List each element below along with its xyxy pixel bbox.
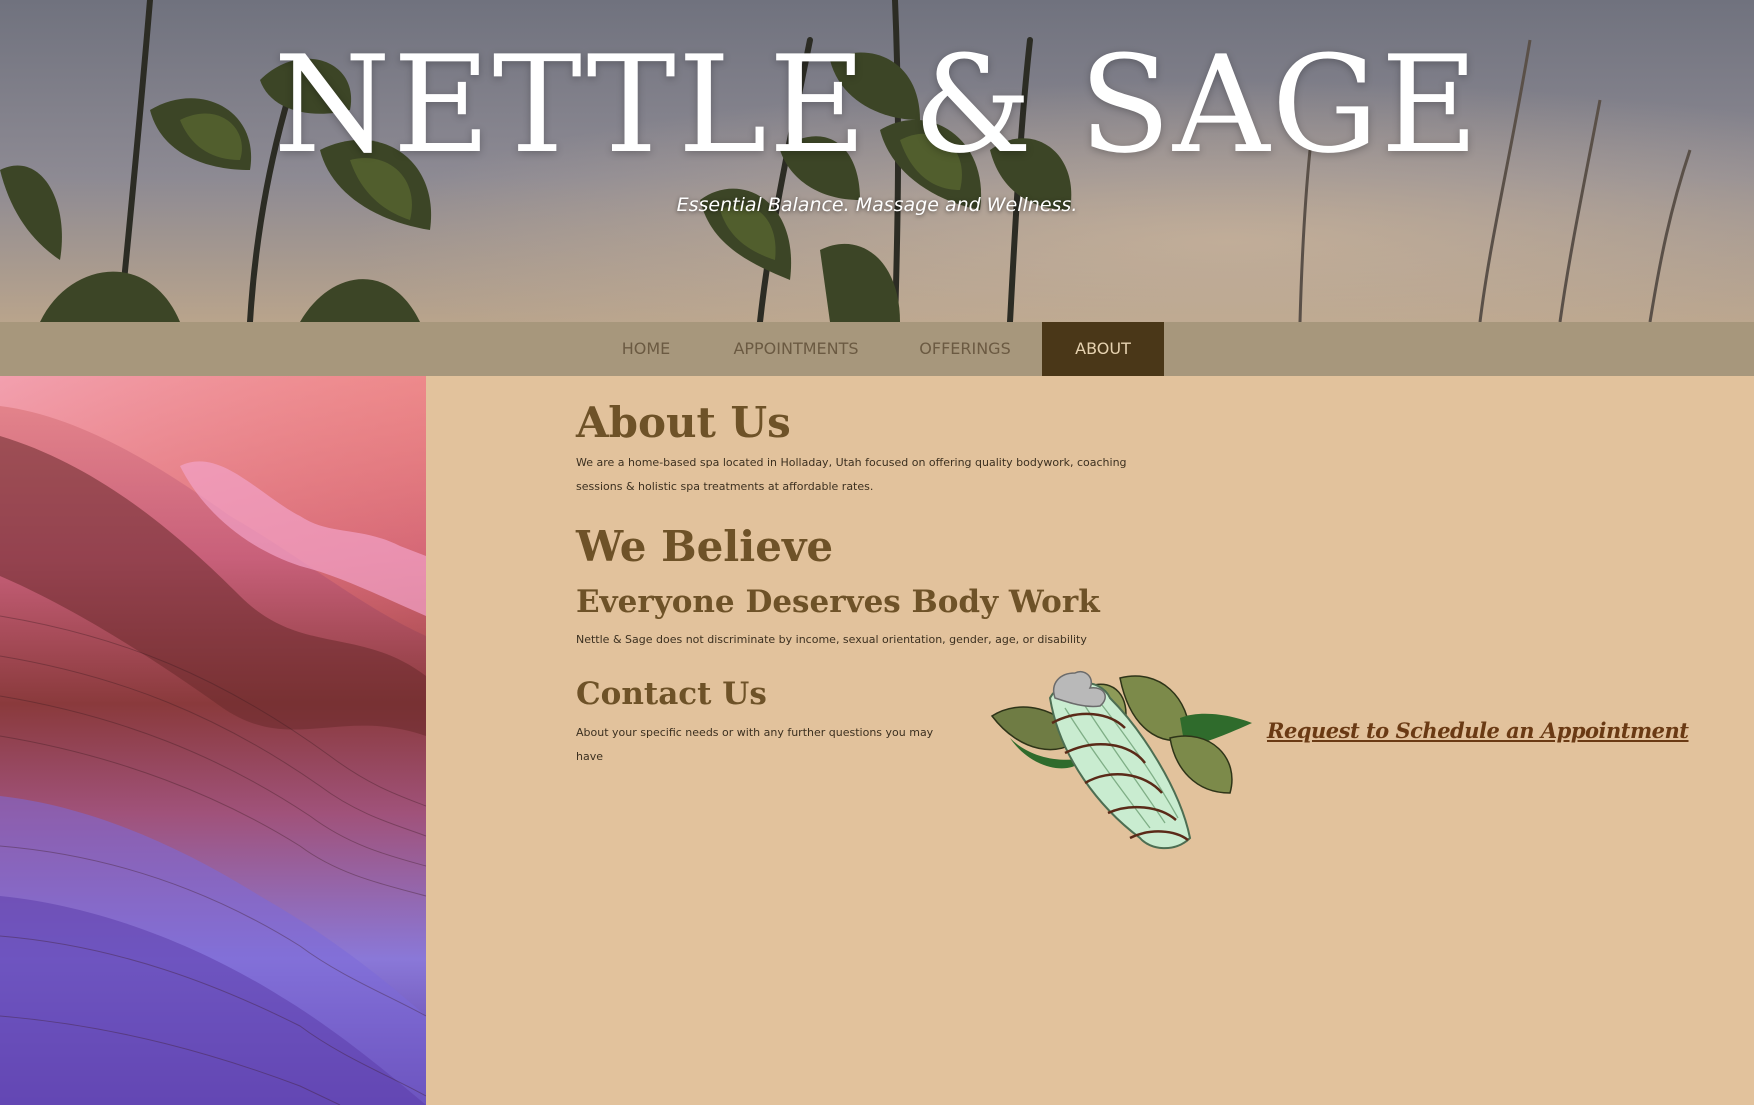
nav-item-about[interactable]: ABOUT [1042,322,1164,376]
everyone-subheading: Everyone Deserves Body Work [576,584,1100,620]
about-heading: About Us [576,398,791,447]
hero-banner: NETTLE & SAGE Essential Balance. Massage… [0,0,1754,322]
nav-item-home[interactable]: HOME [588,322,704,376]
main-navigation: HOME APPOINTMENTS OFFERINGS ABOUT [0,322,1754,376]
nav-item-appointments[interactable]: APPOINTMENTS [704,322,888,376]
request-appointment-link[interactable]: Request to Schedule an Appointment [1267,718,1689,743]
site-tagline: Essential Balance. Massage and Wellness. [676,194,1078,216]
canyon-sandstone-image [0,376,426,1105]
about-text: We are a home-based spa located in Holla… [576,456,1127,493]
site-title: NETTLE & SAGE [273,27,1481,183]
contact-text: About your specific needs or with any fu… [576,726,934,763]
nondiscrimination-text: Nettle & Sage does not discriminate by i… [576,633,1087,646]
believe-heading: We Believe [576,522,834,571]
contact-heading: Contact Us [576,676,767,712]
nav-item-offerings[interactable]: OFFERINGS [888,322,1042,376]
sage-bundle-icon [990,671,1252,850]
